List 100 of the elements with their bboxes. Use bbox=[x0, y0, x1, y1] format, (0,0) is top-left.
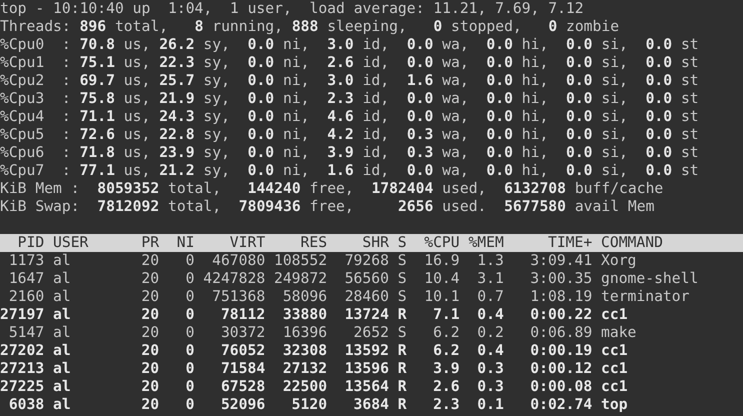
table-cell-text: 16.9 bbox=[423, 252, 460, 270]
table-cell-text: 10.1 bbox=[423, 288, 460, 306]
table-cell-text: 78112 bbox=[220, 306, 266, 324]
table-cell-text: 20 bbox=[140, 342, 160, 360]
column-header: S bbox=[398, 234, 407, 252]
table-cell-text: 10.4 bbox=[423, 270, 460, 288]
table-cell-text: 20 bbox=[140, 360, 160, 378]
table-cell-text: 13724 bbox=[344, 306, 389, 324]
table-cell: 108552 bbox=[274, 252, 328, 270]
table-cell: R bbox=[398, 306, 407, 324]
table-cell: gnome-shell bbox=[601, 270, 698, 288]
table-cell: 27225 bbox=[0, 378, 44, 396]
table-cell-text: 5120 bbox=[290, 396, 328, 414]
table-cell: cc1 bbox=[601, 378, 628, 396]
table-cell: R bbox=[398, 360, 407, 378]
summary-line: %Cpu5 : 72.6 us, 22.8 sy, 0.0 ni, 4.2 id, 0.3 wa, 0.0 hi, 0.0 si, 0.0 st bbox=[0, 126, 699, 144]
table-cell-text: 3.9 bbox=[432, 360, 460, 378]
table-cell: terminator bbox=[601, 288, 690, 306]
table-cell-text: 3.1 bbox=[476, 270, 504, 288]
table-cell-text: al bbox=[53, 306, 72, 324]
table-cell-text: 0 bbox=[184, 270, 194, 288]
table-cell: 27197 bbox=[0, 306, 44, 324]
table-cell: make bbox=[601, 324, 636, 342]
table-cell-text: 1.3 bbox=[476, 252, 504, 270]
table-cell-text: 33880 bbox=[282, 306, 328, 324]
table-cell-text: 20 bbox=[140, 396, 160, 414]
table-cell-text: 2160 bbox=[8, 288, 44, 306]
table-cell-text: 20 bbox=[140, 306, 160, 324]
table-cell-text: 0 bbox=[184, 396, 194, 414]
table-cell-text: 0:00.12 bbox=[529, 360, 592, 378]
table-cell: Xorg bbox=[601, 252, 636, 270]
table-cell-text: 30372 bbox=[220, 324, 266, 342]
column-header: RES bbox=[300, 234, 328, 252]
table-cell-text: 0:00.08 bbox=[529, 378, 592, 396]
column-header: %CPU bbox=[423, 234, 460, 252]
table-cell-text: 3:00.35 bbox=[529, 270, 592, 288]
table-cell-text: 6.2 bbox=[432, 324, 460, 342]
table-cell-text: 71584 bbox=[220, 360, 266, 378]
table-cell-text: al bbox=[53, 270, 72, 288]
table-cell: S bbox=[398, 288, 407, 306]
table-cell-text: al bbox=[53, 288, 72, 306]
table-cell-text: 0 bbox=[184, 342, 194, 360]
table-cell: S bbox=[398, 324, 407, 342]
table-cell: 27202 bbox=[0, 342, 44, 360]
column-header: %MEM bbox=[468, 234, 504, 252]
table-cell-text: 0:00.22 bbox=[529, 306, 592, 324]
table-cell: cc1 bbox=[601, 306, 628, 324]
summary-line: KiB Swap: 7812092 total, 7809436 free, 2656 used. 5677580 avail Mem bbox=[0, 198, 654, 216]
table-cell-text: 0.7 bbox=[476, 288, 504, 306]
summary-line: %Cpu3 : 75.8 us, 21.9 sy, 0.0 ni, 2.3 id, 0.0 wa, 0.0 hi, 0.0 si, 0.0 st bbox=[0, 90, 699, 108]
table-cell-text: al bbox=[53, 378, 72, 396]
column-header: SHR bbox=[361, 234, 389, 252]
table-cell-text: 7.1 bbox=[432, 306, 460, 324]
summary-line: KiB Mem : 8059352 total, 144240 free, 1782404 used, 6132708 buff/cache bbox=[0, 180, 664, 198]
table-cell: S bbox=[398, 252, 407, 270]
column-header: PR bbox=[140, 234, 160, 252]
table-cell: R bbox=[398, 342, 407, 360]
table-cell-text: 52096 bbox=[220, 396, 266, 414]
column-header: PID bbox=[16, 234, 44, 252]
table-cell-text: 0:06.89 bbox=[529, 324, 592, 342]
table-cell-text: 1:08.19 bbox=[529, 288, 592, 306]
table-cell: 249872 bbox=[274, 270, 328, 288]
table-cell-text: 0 bbox=[184, 288, 194, 306]
table-cell-text: 20 bbox=[140, 324, 160, 342]
table-cell-text: 20 bbox=[140, 270, 160, 288]
table-cell-text: 0.4 bbox=[476, 306, 504, 324]
table-cell-text: 0.3 bbox=[476, 378, 504, 396]
column-header: VIRT bbox=[228, 234, 266, 252]
table-cell: R bbox=[398, 396, 407, 414]
table-cell-text: 2652 bbox=[352, 324, 389, 342]
table-cell: cc1 bbox=[601, 360, 628, 378]
table-cell-text: 22500 bbox=[282, 378, 328, 396]
table-cell-text: 2.6 bbox=[432, 378, 460, 396]
table-cell: R bbox=[398, 378, 407, 396]
table-cell-text: 13592 bbox=[344, 342, 389, 360]
table-cell-text: 0.2 bbox=[476, 324, 504, 342]
column-header: NI bbox=[176, 234, 194, 252]
table-cell-text: 13564 bbox=[344, 378, 389, 396]
summary-line: %Cpu0 : 70.8 us, 26.2 sy, 0.0 ni, 3.0 id, 0.0 wa, 0.0 hi, 0.0 si, 0.0 st bbox=[0, 36, 699, 54]
table-cell-text: 0 bbox=[184, 252, 194, 270]
table-cell-text: al bbox=[53, 396, 72, 414]
table-cell-text: 20 bbox=[140, 252, 160, 270]
table-cell-text: 20 bbox=[140, 378, 160, 396]
summary-line: Threads: 896 total, 8 running, 888 sleeping, 0 stopped, 0 zombie bbox=[0, 18, 620, 36]
table-cell-text: 5147 bbox=[8, 324, 44, 342]
table-cell-text: 56560 bbox=[344, 270, 389, 288]
table-cell-text: 13596 bbox=[344, 360, 389, 378]
table-cell-text: 0.3 bbox=[476, 360, 504, 378]
table-cell-text: 0:02.74 bbox=[529, 396, 592, 414]
table-cell: top bbox=[601, 396, 628, 414]
summary-line: %Cpu2 : 69.7 us, 25.7 sy, 0.0 ni, 3.0 id, 1.6 wa, 0.0 hi, 0.0 si, 0.0 st bbox=[0, 72, 699, 90]
table-cell: 27213 bbox=[0, 360, 44, 378]
summary-line: %Cpu4 : 71.1 us, 24.3 sy, 0.0 ni, 4.6 id, 0.0 wa, 0.0 hi, 0.0 si, 0.0 st bbox=[0, 108, 699, 126]
table-cell-text: 6038 bbox=[8, 396, 44, 414]
table-cell-text: 0 bbox=[184, 378, 194, 396]
table-cell-text: 32308 bbox=[282, 342, 328, 360]
table-cell-text: 6.2 bbox=[432, 342, 460, 360]
table-cell-text: 3684 bbox=[352, 396, 389, 414]
table-cell-text: 0 bbox=[184, 306, 194, 324]
table-cell: 4247828 bbox=[203, 270, 266, 288]
